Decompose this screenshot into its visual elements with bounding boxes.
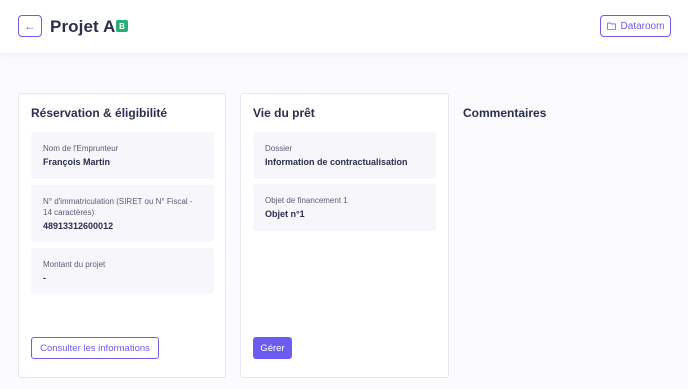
financing-object-field: Objet de financement 1 Objet n°1 bbox=[253, 184, 436, 231]
field-value: Information de contractualisation bbox=[265, 157, 408, 167]
page-header: ← Projet A B Dataroom bbox=[0, 0, 688, 53]
field-label: Dossier bbox=[265, 144, 293, 153]
manage-button[interactable]: Gérer bbox=[253, 337, 292, 359]
project-amount-field: Montant du projet - bbox=[31, 248, 214, 294]
comments-title: Commentaires bbox=[463, 106, 547, 120]
field-label: N° d'immatriculation (SIRET ou N° Fiscal… bbox=[43, 197, 193, 217]
field-value: 48913312600012 bbox=[43, 221, 114, 231]
field-label: Montant du projet bbox=[43, 260, 106, 269]
loan-life-title: Vie du prêt bbox=[253, 106, 315, 120]
view-information-button[interactable]: Consulter les informations bbox=[31, 337, 159, 359]
status-badge: B bbox=[116, 20, 128, 32]
dataroom-label: Dataroom bbox=[620, 20, 665, 32]
registration-number-field: N° d'immatriculation (SIRET ou N° Fiscal… bbox=[31, 185, 214, 242]
borrower-name-field: Nom de l'Emprunteur François Martin bbox=[31, 132, 214, 179]
dataroom-button[interactable]: Dataroom bbox=[600, 15, 671, 37]
dossier-field: Dossier Information de contractualisatio… bbox=[253, 132, 436, 179]
field-value: Objet n°1 bbox=[265, 209, 305, 219]
field-label: Objet de financement 1 bbox=[265, 196, 348, 205]
field-value: François Martin bbox=[43, 157, 111, 167]
back-button[interactable]: ← bbox=[18, 15, 42, 37]
folder-icon bbox=[606, 22, 616, 30]
page-title: Projet A bbox=[50, 17, 116, 36]
field-label: Nom de l'Emprunteur bbox=[43, 144, 119, 153]
loan-life-card: Vie du prêt Dossier Information de contr… bbox=[240, 93, 449, 378]
arrow-left-icon: ← bbox=[24, 19, 36, 33]
reservation-title: Réservation & éligibilité bbox=[31, 106, 168, 120]
reservation-card: Réservation & éligibilité Nom de l'Empru… bbox=[18, 93, 226, 378]
field-value: - bbox=[43, 273, 46, 283]
